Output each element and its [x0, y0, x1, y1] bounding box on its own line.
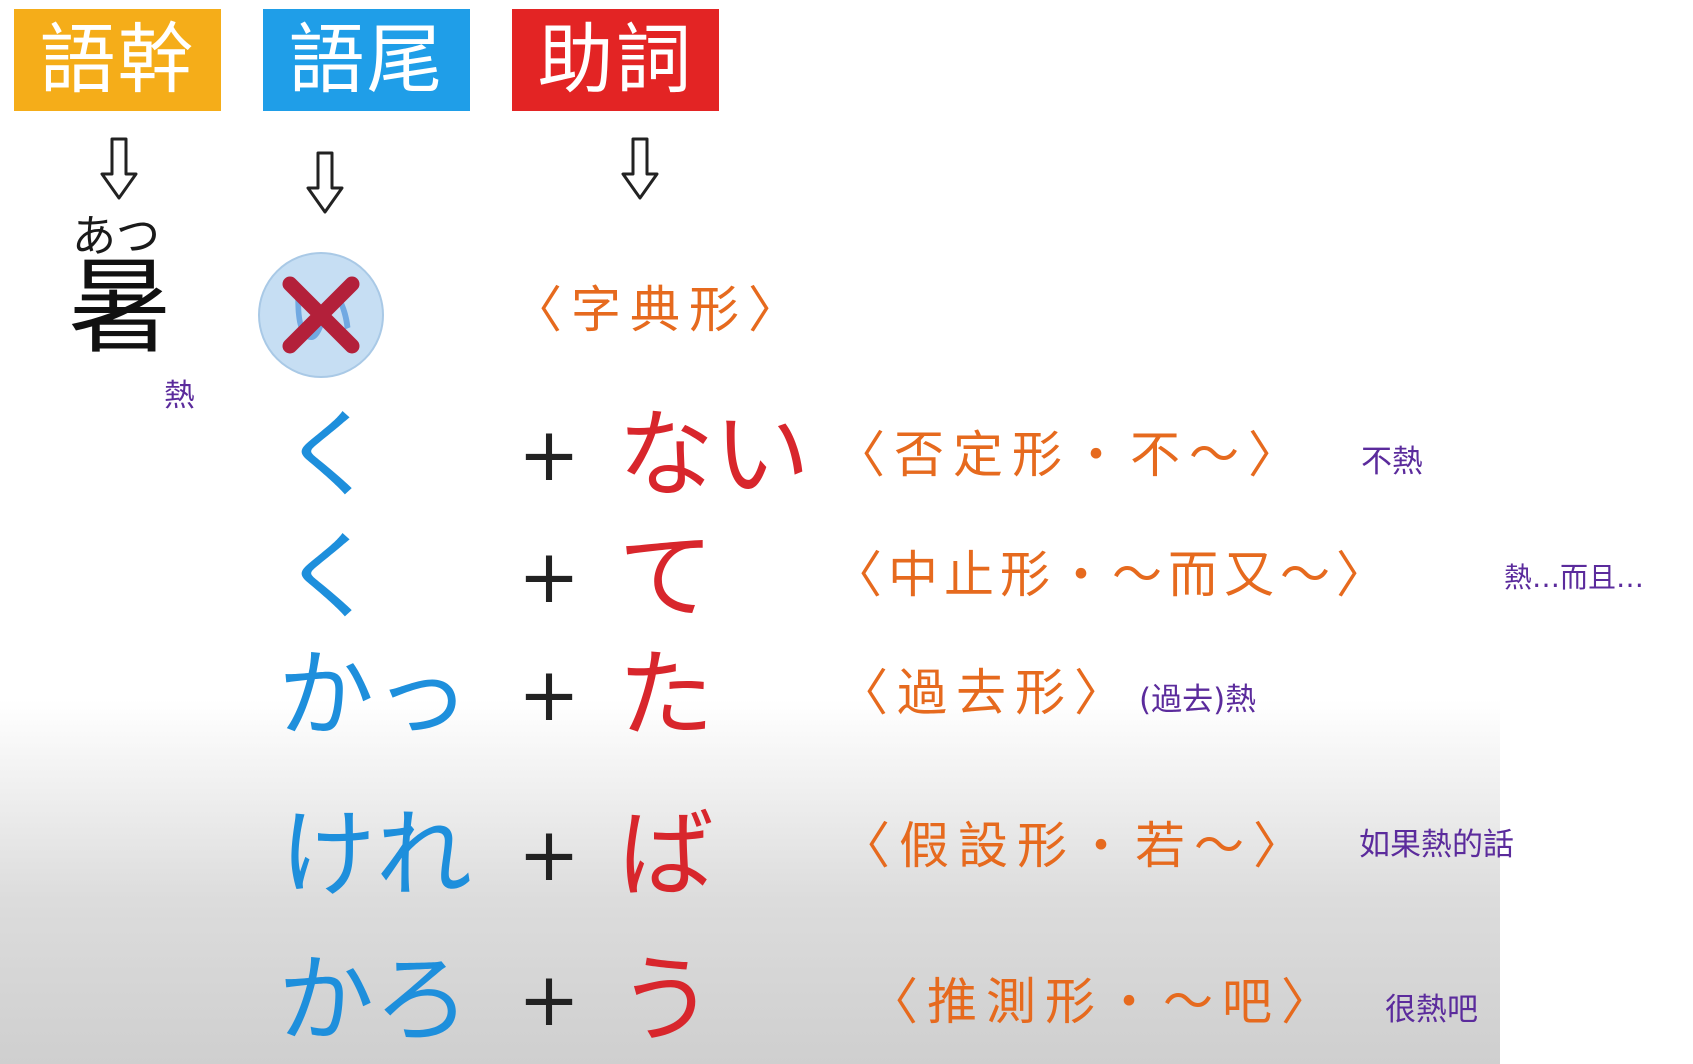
row-ending: く [282, 399, 378, 511]
down-arrow-icon [621, 137, 659, 200]
form-dictionary: 〈字典形〉 [512, 281, 807, 339]
row-plus: + [518, 534, 581, 620]
row-particle: ない [618, 399, 810, 511]
row-meaning: 很熱吧 [1385, 992, 1478, 1028]
down-arrow-icon [306, 151, 344, 214]
row-plus: + [518, 957, 581, 1043]
row-form: 〈否定形・不～〉 [835, 426, 1307, 484]
row-ending: かろ [278, 944, 470, 1056]
row-form: 〈假設形・若～〉 [840, 817, 1312, 875]
row-meaning: (過去)熱 [1139, 682, 1257, 718]
header-stem: 語幹 [14, 9, 221, 111]
row-form: 〈推測形・～吧〉 [868, 973, 1340, 1031]
header-particle: 助詞 [512, 9, 719, 111]
row-form: 〈中止形・～而又～〉 [832, 546, 1392, 604]
header-ending: 語尾 [263, 9, 470, 111]
cross-icon [282, 276, 360, 354]
dropped-ending-circle: い [258, 252, 384, 378]
row-form: 〈過去形〉 [838, 664, 1133, 722]
row-particle: て [618, 521, 714, 633]
down-arrow-icon [100, 137, 138, 200]
row-meaning: 熱…而且… [1504, 561, 1645, 594]
stem-meaning: 熱 [164, 378, 195, 414]
row-particle: ば [618, 799, 714, 911]
row-ending: く [282, 521, 378, 633]
row-ending: けれ [280, 799, 472, 911]
row-plus: + [518, 412, 581, 498]
row-meaning: 如果熱的話 [1359, 827, 1514, 863]
row-particle: た [618, 639, 714, 751]
row-plus: + [518, 652, 581, 738]
row-meaning: 不熱 [1361, 444, 1423, 480]
row-plus: + [518, 812, 581, 898]
stem-kanji: 暑 [68, 246, 173, 368]
row-ending: かっ [278, 639, 470, 751]
row-particle: う [618, 944, 714, 1056]
